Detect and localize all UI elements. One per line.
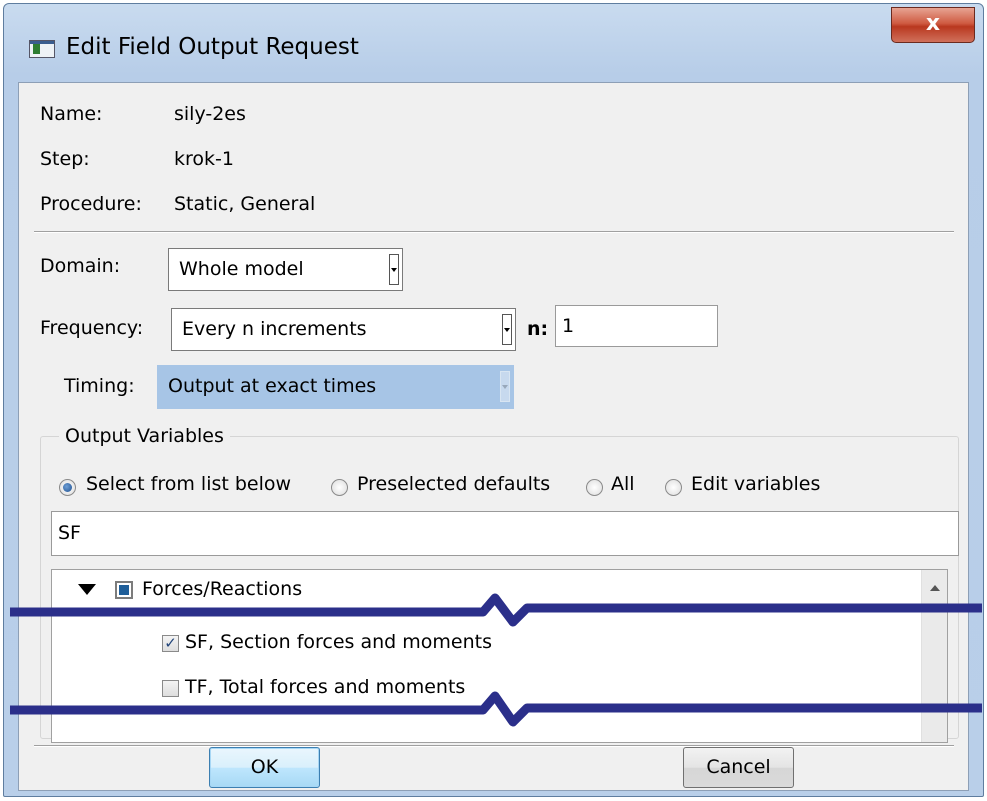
tree-item-label: TF, Total forces and moments xyxy=(185,676,466,698)
radio-button[interactable] xyxy=(665,479,682,496)
step-value: krok-1 xyxy=(174,148,234,170)
tree-scrollbar[interactable] xyxy=(921,570,947,742)
variables-text-field[interactable]: SF xyxy=(51,511,959,556)
tree-item-label: SF, Section forces and moments xyxy=(185,631,492,653)
n-label: n: xyxy=(527,318,549,340)
radio-label: Edit variables xyxy=(691,473,821,495)
ok-button[interactable]: OK xyxy=(209,747,320,788)
output-variables-tree[interactable]: Forces/Reactions ✓ SF, Section forces an… xyxy=(51,569,948,743)
scroll-up-icon[interactable] xyxy=(930,585,940,591)
checkbox[interactable] xyxy=(162,680,179,697)
chevron-down-icon[interactable] xyxy=(502,314,512,345)
checkbox[interactable]: ✓ xyxy=(162,635,179,652)
app-icon xyxy=(29,40,55,58)
name-value: sily-2es xyxy=(174,103,246,125)
edit-field-output-dialog: Edit Field Output Request x Name: sily-2… xyxy=(3,3,984,797)
chevron-down-icon[interactable] xyxy=(389,254,399,285)
frequency-select-value: Every n increments xyxy=(182,318,367,340)
cancel-button[interactable]: Cancel xyxy=(683,747,794,788)
window-title: Edit Field Output Request xyxy=(66,34,359,60)
domain-label: Domain: xyxy=(40,255,121,277)
title-bar[interactable]: Edit Field Output Request xyxy=(4,4,983,84)
radio-button[interactable] xyxy=(331,479,348,496)
expand-icon[interactable] xyxy=(78,584,96,595)
name-label: Name: xyxy=(40,103,103,125)
separator xyxy=(34,231,954,233)
timing-select-value: Output at exact times xyxy=(168,375,377,397)
n-input[interactable]: 1 xyxy=(555,305,718,347)
frequency-label: Frequency: xyxy=(40,317,144,339)
timing-label: Timing: xyxy=(64,375,135,397)
chevron-down-icon[interactable] xyxy=(500,371,510,402)
radio-button[interactable] xyxy=(59,479,76,496)
tree-category-label: Forces/Reactions xyxy=(142,578,303,600)
output-variables-label: Output Variables xyxy=(59,425,230,447)
close-button[interactable]: x xyxy=(891,7,975,43)
separator xyxy=(34,745,954,747)
domain-select[interactable]: Whole model xyxy=(168,248,403,291)
radio-label: All xyxy=(611,473,635,495)
radio-button[interactable] xyxy=(586,479,603,496)
domain-select-value: Whole model xyxy=(179,258,304,280)
category-icon xyxy=(115,581,133,599)
step-label: Step: xyxy=(40,148,90,170)
dialog-body: Name: sily-2es Step: krok-1 Procedure: S… xyxy=(18,82,969,791)
radio-label: Select from list below xyxy=(86,473,292,495)
frequency-select[interactable]: Every n increments xyxy=(171,308,516,351)
timing-select[interactable]: Output at exact times xyxy=(157,365,514,409)
procedure-value: Static, General xyxy=(174,193,316,215)
radio-label: Preselected defaults xyxy=(357,473,551,495)
procedure-label: Procedure: xyxy=(40,193,142,215)
